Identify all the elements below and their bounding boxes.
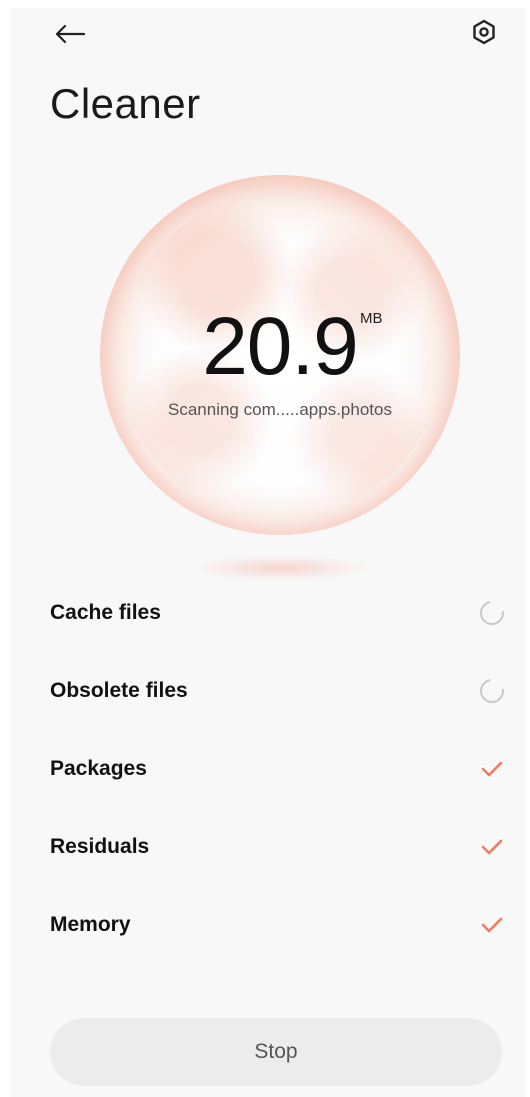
scan-size-value: 20.9 bbox=[202, 301, 359, 392]
back-arrow-icon bbox=[55, 24, 86, 44]
list-item-label: Obsolete files bbox=[50, 679, 188, 702]
list-item-label: Residuals bbox=[50, 835, 150, 858]
back-button[interactable] bbox=[52, 20, 88, 48]
scan-orb: 20.9 MB Scanning com.....apps.photos bbox=[95, 170, 465, 581]
scan-value-row: 20.9 bbox=[95, 300, 465, 394]
loading-spinner-icon bbox=[475, 596, 509, 630]
checkmark-icon bbox=[479, 756, 505, 782]
cleaner-screen: Cleaner 20.9 MB Scanning com.....apps.ph… bbox=[10, 8, 525, 1097]
checkmark-icon bbox=[479, 834, 505, 860]
settings-button[interactable] bbox=[468, 16, 500, 48]
list-item-label: Memory bbox=[50, 913, 131, 936]
list-item-label: Packages bbox=[50, 757, 147, 780]
list-item-memory: Memory bbox=[50, 886, 505, 964]
scan-size-unit: MB bbox=[360, 310, 383, 327]
checkmark-icon bbox=[479, 912, 505, 938]
list-item-label: Cache files bbox=[50, 601, 161, 624]
list-item-obsolete-files: Obsolete files bbox=[50, 652, 509, 730]
page-title: Cleaner bbox=[50, 80, 201, 127]
list-item-cache-files: Cache files bbox=[50, 574, 509, 652]
list-item-packages: Packages bbox=[50, 730, 505, 808]
settings-hexagon-icon bbox=[473, 19, 495, 45]
scan-category-list: Cache files Obsolete files Packages Resi… bbox=[50, 574, 509, 964]
scan-status-text: Scanning com.....apps.photos bbox=[168, 400, 392, 419]
stop-button[interactable]: Stop bbox=[50, 1018, 502, 1086]
loading-spinner-icon bbox=[475, 674, 509, 708]
list-item-residuals: Residuals bbox=[50, 808, 505, 886]
